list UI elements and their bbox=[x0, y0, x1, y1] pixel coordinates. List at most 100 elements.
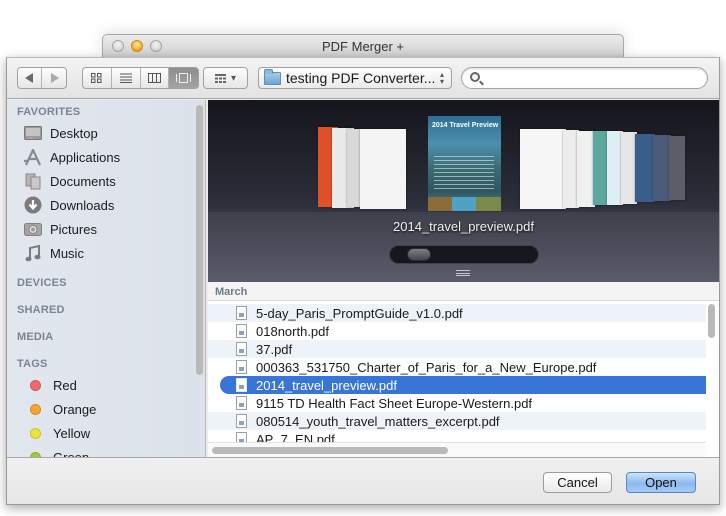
coverflow-view-button[interactable] bbox=[169, 68, 198, 88]
open-button[interactable]: Open bbox=[626, 472, 696, 493]
tag-color-dot bbox=[30, 403, 41, 415]
sidebar-item-label: Desktop bbox=[50, 125, 98, 141]
sidebar-item-label: Music bbox=[50, 245, 84, 261]
dialog-button-bar: Cancel Open bbox=[7, 457, 719, 504]
search-icon bbox=[470, 72, 480, 82]
location-popup[interactable]: testing PDF Converter... ▴ ▾ bbox=[258, 67, 452, 89]
coverflow-caption: 2014_travel_preview.pdf bbox=[393, 219, 534, 234]
arrange-menu-button[interactable]: ▾ bbox=[203, 67, 248, 89]
back-button[interactable] bbox=[18, 68, 43, 88]
pdf-file-icon bbox=[236, 306, 247, 320]
file-row[interactable]: 37.pdf bbox=[208, 340, 706, 358]
file-list: March 5-day_Paris_PromptGuide_v1.0.pdf 01… bbox=[208, 282, 719, 457]
search-input[interactable] bbox=[486, 70, 701, 86]
sidebar-tag-yellow[interactable]: Yellow bbox=[24, 422, 90, 444]
view-mode-selector bbox=[82, 67, 199, 89]
toolbar: ▾ testing PDF Converter... ▴ ▾ bbox=[7, 58, 719, 99]
sidebar-item-label: Yellow bbox=[53, 425, 91, 441]
stage: PDF Merger + ▾ testing PDF Converter... … bbox=[0, 0, 726, 516]
file-list-horizontal-scrollbar[interactable] bbox=[212, 447, 448, 454]
coverflow-page[interactable] bbox=[669, 136, 685, 200]
tag-color-dot bbox=[30, 427, 41, 439]
popup-arrows-icon: ▴ ▾ bbox=[439, 70, 444, 86]
coverflow-scrollbar[interactable] bbox=[389, 245, 539, 264]
sidebar: FAVORITES .... Desktop Applications Docu… bbox=[7, 100, 206, 457]
file-name: 2014_travel_preview.pdf bbox=[256, 377, 397, 393]
sidebar-item-documents[interactable]: Documents bbox=[24, 170, 116, 192]
open-file-sheet: ▾ testing PDF Converter... ▴ ▾ FAVORITES … bbox=[6, 57, 720, 505]
app-title-bar: PDF Merger + bbox=[102, 34, 624, 57]
sidebar-item-downloads[interactable]: Downloads bbox=[24, 194, 114, 216]
pdf-file-icon bbox=[236, 324, 247, 338]
file-row[interactable]: 9115 TD Health Fact Sheet Europe-Western… bbox=[208, 394, 706, 412]
file-name: 37.pdf bbox=[256, 341, 293, 357]
resize-handle-icon[interactable] bbox=[456, 270, 470, 276]
sidebar-heading-shared[interactable]: SHARED bbox=[17, 304, 65, 316]
sidebar-item-pictures[interactable]: Pictures bbox=[24, 218, 97, 240]
coverflow-page[interactable] bbox=[635, 134, 655, 202]
list-view-icon bbox=[119, 73, 132, 83]
sidebar-item-music[interactable]: Music bbox=[24, 242, 84, 264]
group-header: March bbox=[208, 282, 719, 301]
coverflow-selected-page[interactable]: 2014 Travel Preview bbox=[428, 116, 501, 211]
file-row[interactable]: 018north.pdf bbox=[208, 322, 706, 340]
sidebar-heading-media[interactable]: MEDIA bbox=[17, 331, 53, 343]
coverflow-page[interactable] bbox=[520, 129, 566, 209]
sidebar-heading-devices[interactable]: DEVICES bbox=[17, 277, 67, 289]
applications-icon bbox=[24, 148, 42, 166]
file-row[interactable]: 5-day_Paris_PromptGuide_v1.0.pdf bbox=[208, 304, 706, 322]
sidebar-item-label: Green bbox=[53, 449, 90, 458]
file-name: 080514_youth_travel_matters_excerpt.pdf bbox=[256, 413, 500, 429]
file-row[interactable]: 080514_youth_travel_matters_excerpt.pdf bbox=[208, 412, 706, 430]
navigation-buttons bbox=[17, 67, 67, 89]
pdf-file-icon bbox=[236, 378, 247, 392]
file-name: 000363_531750_Charter_of_Paris_for_a_New… bbox=[256, 359, 597, 375]
sidebar-item-applications[interactable]: Applications bbox=[24, 146, 120, 168]
coverflow-page[interactable] bbox=[360, 129, 406, 209]
documents-icon bbox=[24, 172, 42, 190]
sidebar-tag-orange[interactable]: Orange bbox=[24, 398, 96, 420]
icon-view-icon bbox=[91, 73, 102, 83]
cancel-button[interactable]: Cancel bbox=[543, 472, 612, 493]
sidebar-item-label: Pictures bbox=[50, 221, 97, 237]
svg-text:....: .... bbox=[28, 135, 34, 141]
sidebar-item-label: Red bbox=[53, 377, 77, 393]
location-label: testing PDF Converter... bbox=[286, 70, 436, 86]
sidebar-item-label: Downloads bbox=[50, 197, 115, 213]
sidebar-tag-green[interactable]: Green bbox=[24, 446, 89, 457]
sidebar-item-label: Documents bbox=[50, 173, 116, 189]
sidebar-heading-tags[interactable]: TAGS bbox=[17, 358, 48, 370]
pdf-file-icon bbox=[236, 414, 247, 428]
arrange-grid-icon bbox=[214, 73, 226, 83]
chevron-down-icon: ▾ bbox=[230, 72, 237, 84]
music-icon bbox=[24, 244, 42, 262]
folder-icon bbox=[264, 68, 281, 85]
sidebar-item-desktop[interactable]: .... Desktop bbox=[24, 122, 98, 144]
coverflow-doc-heading: 2014 Travel Preview bbox=[432, 122, 499, 129]
search-field[interactable] bbox=[461, 67, 708, 89]
file-list-vertical-scrollbar[interactable] bbox=[708, 304, 715, 338]
file-name: 018north.pdf bbox=[256, 323, 330, 339]
file-row[interactable]: 000363_531750_Charter_of_Paris_for_a_New… bbox=[208, 358, 706, 376]
sidebar-tag-red[interactable]: Red bbox=[24, 374, 77, 396]
column-view-button[interactable] bbox=[141, 68, 170, 88]
file-row[interactable]: 2014_travel_preview.pdf bbox=[220, 376, 706, 394]
pictures-icon bbox=[24, 220, 42, 238]
sidebar-scrollbar[interactable] bbox=[196, 105, 203, 375]
forward-arrow-icon bbox=[50, 73, 59, 83]
coverflow-doc-text bbox=[434, 156, 494, 191]
horizontal-scroll-track bbox=[208, 442, 706, 457]
icon-view-button[interactable] bbox=[83, 68, 112, 88]
list-view-button[interactable] bbox=[112, 68, 141, 88]
pdf-file-icon bbox=[236, 360, 247, 374]
sidebar-item-label: Applications bbox=[50, 149, 121, 165]
pdf-file-icon bbox=[236, 342, 247, 356]
coverflow-doc-photos bbox=[428, 197, 501, 211]
forward-button[interactable] bbox=[42, 68, 66, 88]
coverflow-view-icon bbox=[176, 73, 192, 83]
file-name: 9115 TD Health Fact Sheet Europe-Western… bbox=[256, 395, 533, 411]
coverflow-preview: 2014 Travel Preview 2014_travel_preview.… bbox=[208, 100, 719, 282]
coverflow-scroll-knob[interactable] bbox=[407, 248, 431, 261]
sidebar-item-label: Orange bbox=[53, 401, 97, 417]
desktop-icon: .... bbox=[24, 124, 42, 142]
